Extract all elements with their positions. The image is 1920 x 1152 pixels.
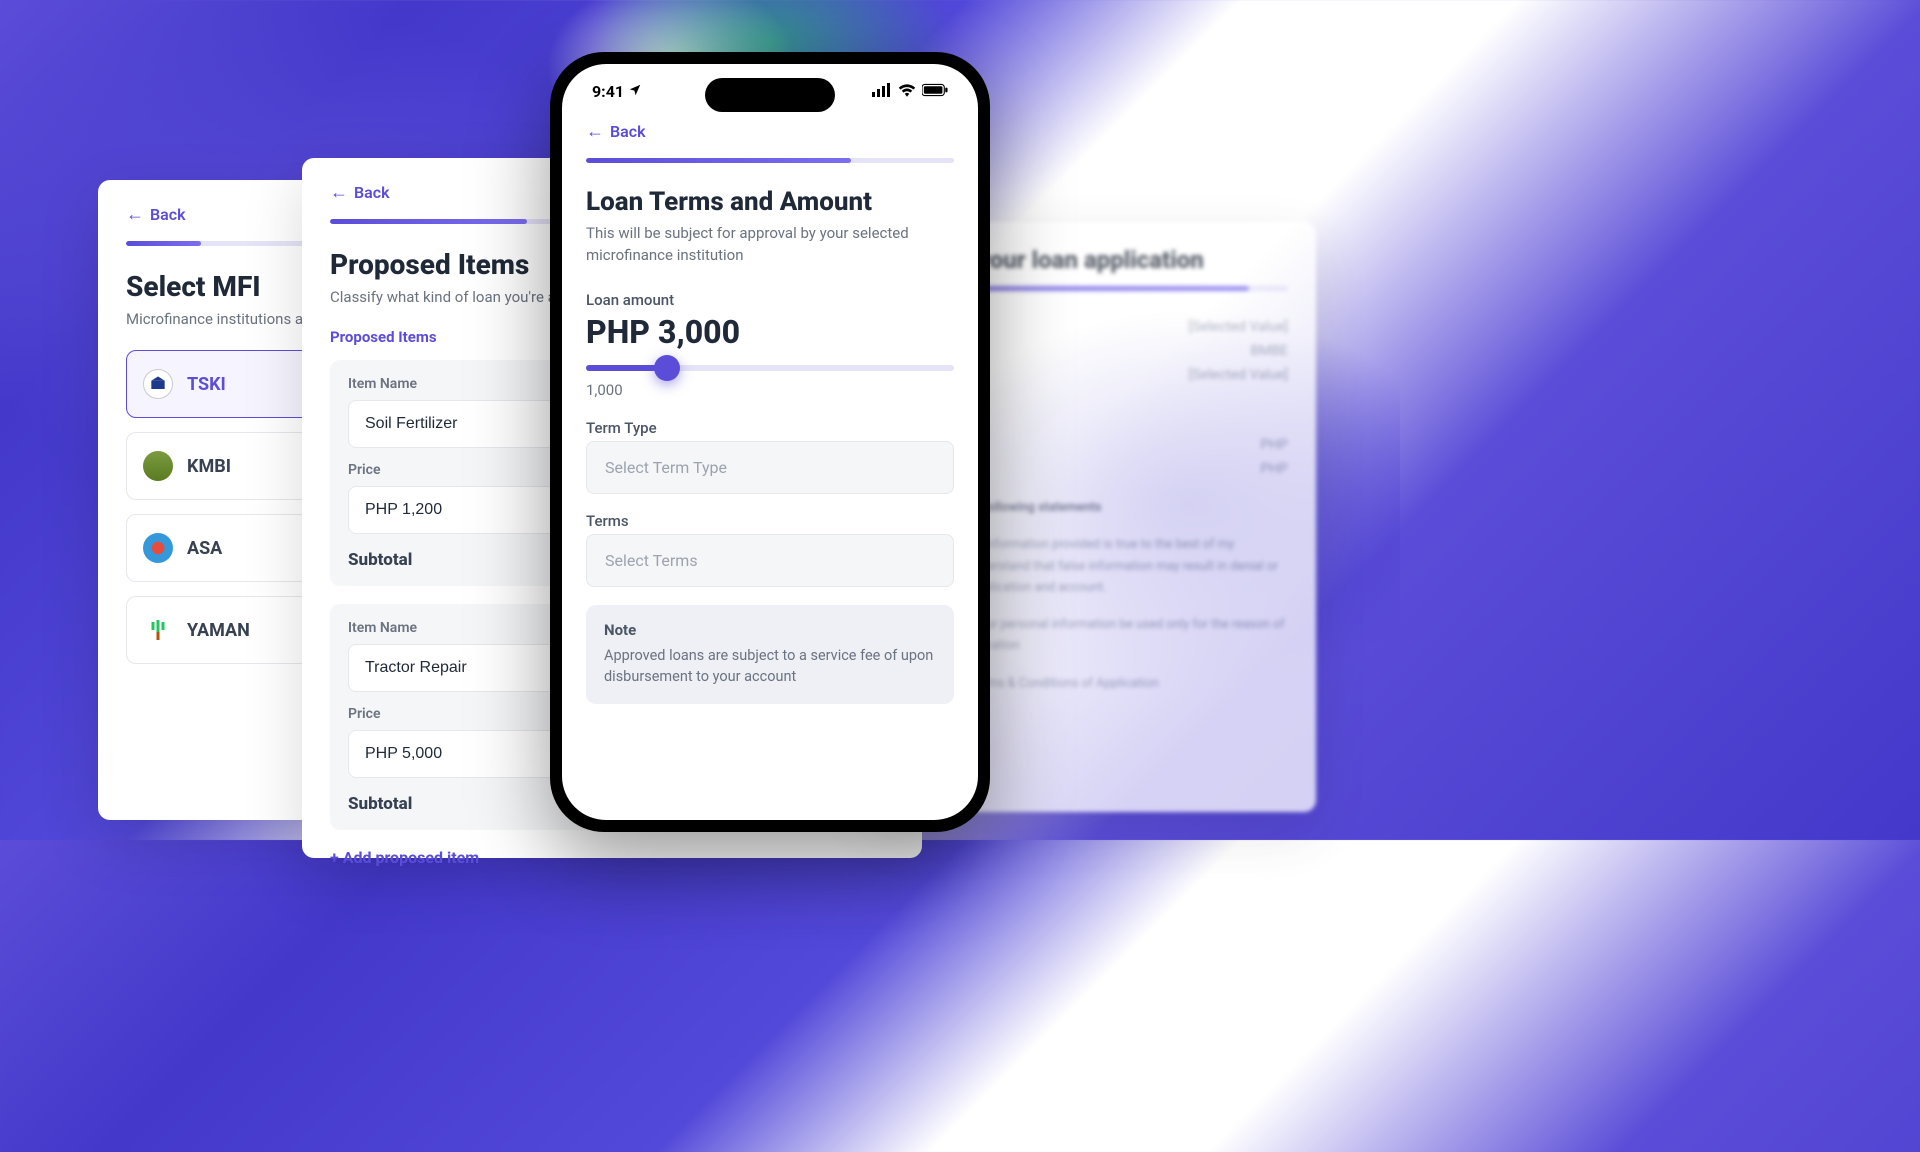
arrow-left-icon: ← xyxy=(126,204,144,225)
slider-thumb[interactable] xyxy=(654,355,680,381)
mfi-label: TSKI xyxy=(187,374,226,395)
kmbi-logo-icon xyxy=(143,451,173,481)
tski-logo-icon xyxy=(143,369,173,399)
term-type-label: Term Type xyxy=(586,419,954,437)
terms-label: Terms xyxy=(586,512,954,530)
terms-select[interactable]: Select Terms xyxy=(586,534,954,587)
term-type-select[interactable]: Select Term Type xyxy=(586,441,954,494)
back-button[interactable]: ← Back xyxy=(126,204,186,225)
phone-screen: 9:41 ← Back xyxy=(562,64,978,820)
arrow-left-icon: ← xyxy=(330,182,348,203)
add-proposed-item-button[interactable]: + Add proposed item xyxy=(330,848,894,867)
note-title: Note xyxy=(604,621,936,639)
back-button[interactable]: ← Back xyxy=(330,182,390,203)
asa-logo-icon xyxy=(143,533,173,563)
loan-amount-slider[interactable] xyxy=(586,365,954,371)
yaman-logo-icon xyxy=(143,615,173,645)
page-subtitle: This will be subject for approval by you… xyxy=(586,223,954,267)
back-button[interactable]: ← Back xyxy=(586,121,646,142)
wifi-icon xyxy=(898,82,916,101)
mfi-label: YAMAN xyxy=(187,620,250,641)
loan-amount-label: Loan amount xyxy=(586,291,954,309)
back-label: Back xyxy=(150,205,186,224)
loan-amount-value: PHP 3,000 xyxy=(586,313,954,351)
status-time: 9:41 xyxy=(592,82,624,101)
slider-min-label: 1,000 xyxy=(586,381,954,399)
back-label: Back xyxy=(354,183,390,202)
location-icon xyxy=(628,82,642,101)
phone-notch xyxy=(705,78,835,112)
arrow-left-icon: ← xyxy=(586,121,604,142)
battery-icon xyxy=(922,82,948,101)
mfi-label: KMBI xyxy=(187,456,231,477)
page-title: Loan Terms and Amount xyxy=(586,187,954,217)
progress-bar xyxy=(586,158,954,163)
mfi-label: ASA xyxy=(187,538,222,559)
phone-frame: 9:41 ← Back xyxy=(550,52,990,832)
back-label: Back xyxy=(610,122,646,141)
note-text: Approved loans are subject to a service … xyxy=(604,645,936,689)
note-box: Note Approved loans are subject to a ser… xyxy=(586,605,954,705)
cellular-icon xyxy=(872,82,892,101)
